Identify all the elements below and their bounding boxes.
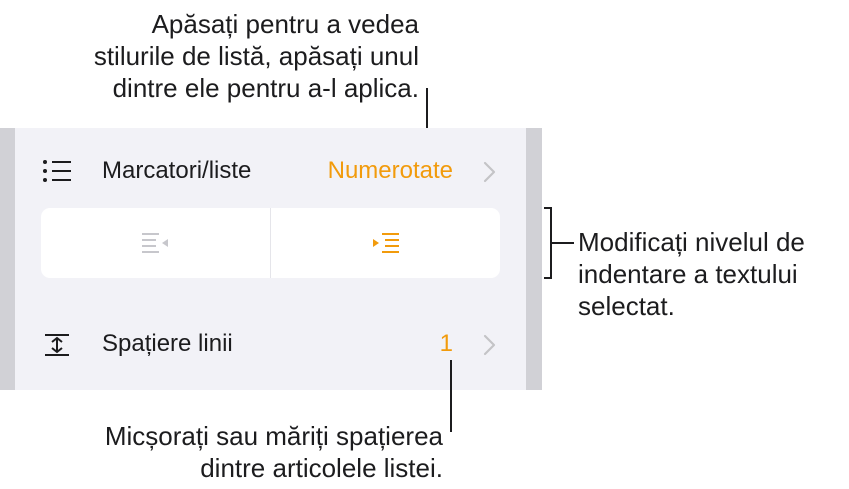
callout-bracket: [544, 207, 552, 209]
line-spacing-value[interactable]: 1: [440, 329, 453, 359]
callout-line: Micșorați sau măriți spațierea: [104, 421, 443, 451]
list-style-value[interactable]: Numerotate: [328, 156, 453, 186]
callout-line: Apăsați pentru a vedea: [151, 9, 419, 39]
callout-leader-line: [450, 360, 452, 432]
increase-indent-button[interactable]: [271, 208, 500, 278]
callout-line-spacing: Micșorați sau măriți spațierea dintre ar…: [105, 420, 443, 484]
callout-line: selectat.: [578, 291, 675, 321]
callout-indent-level: Modificați nivelul de indentare a textul…: [578, 226, 805, 322]
callout-line: Modificați nivelul de: [578, 227, 805, 257]
callout-line: dintre articolele listei.: [200, 453, 443, 483]
indent-level-control: [41, 208, 500, 278]
callout-line: stilurile de listă, apăsați unul: [93, 41, 419, 71]
chevron-right-icon: [482, 333, 498, 357]
chevron-right-icon: [482, 160, 498, 184]
callout-bracket: [544, 277, 552, 279]
line-spacing-label: Spațiere linii: [102, 330, 233, 357]
callout-leader-line: [552, 242, 574, 244]
bullets-lists-label: Marcatori/liste: [102, 157, 252, 184]
list-icon: [41, 158, 75, 186]
callout-line: indentare a textului: [578, 259, 798, 289]
panel-edge-left: [0, 128, 15, 390]
bullets-lists-row[interactable]: Marcatori/liste Numerotate: [15, 142, 526, 202]
panel-edge-right: [526, 128, 542, 390]
callout-list-styles: Apăsați pentru a vedea stilurile de list…: [94, 8, 419, 104]
list-format-panel: Marcatori/liste Numerotate Spațiere lini…: [15, 128, 526, 390]
callout-line: dintre ele pentru a-l aplica.: [112, 73, 419, 103]
decrease-indent-button[interactable]: [41, 208, 270, 278]
line-spacing-icon: [41, 331, 75, 359]
